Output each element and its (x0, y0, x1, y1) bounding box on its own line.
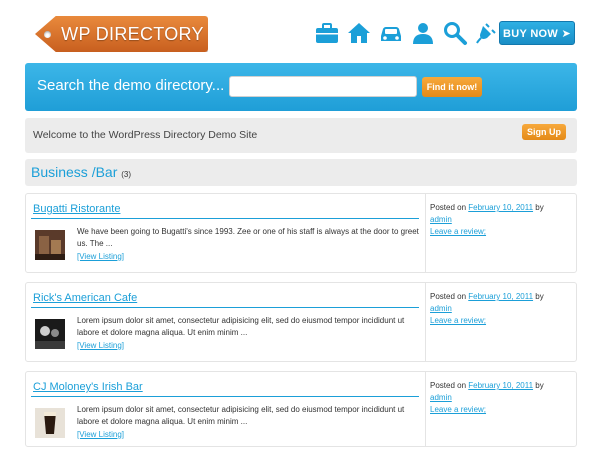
listing-divider (31, 396, 419, 397)
category-count: (3) (121, 170, 132, 179)
header-icon-bar (314, 20, 500, 46)
listing-item: CJ Moloney's Irish Bar Lorem ipsum dolor… (25, 371, 577, 447)
listing-item: Rick's American Cafe Lorem ipsum dolor s… (25, 282, 577, 362)
listing-description: We have been going to Bugatti's since 19… (77, 227, 419, 248)
listing-meta: Posted on February 10, 2011 by admin Lea… (425, 283, 575, 361)
site-header: WP DIRECTORY BUY NOW ➤ (0, 0, 600, 62)
listing-thumbnail[interactable] (35, 230, 65, 260)
welcome-panel: Welcome to the WordPress Directory Demo … (25, 118, 577, 153)
site-logo[interactable]: WP DIRECTORY (35, 16, 208, 52)
briefcase-icon[interactable] (314, 20, 340, 46)
listing-description: Lorem ipsum dolor sit amet, consectetur … (77, 316, 405, 337)
find-it-now-button[interactable]: Find it now! (422, 77, 482, 97)
posted-on-label: Posted on (430, 381, 467, 390)
home-icon[interactable] (346, 20, 372, 46)
search-label: Search the demo directory... (37, 77, 225, 94)
logo-text: WP DIRECTORY (61, 23, 204, 44)
leave-review-link[interactable]: Leave a review; (430, 316, 486, 325)
view-listing-link[interactable]: [View Listing] (77, 252, 124, 261)
buy-now-button[interactable]: BUY NOW ➤ (499, 21, 575, 45)
listing-title-link[interactable]: CJ Moloney's Irish Bar (33, 381, 143, 393)
view-listing-link[interactable]: [View Listing] (77, 430, 124, 439)
listing-divider (31, 307, 419, 308)
plug-icon[interactable] (474, 20, 500, 46)
author-link[interactable]: admin (430, 393, 452, 402)
listing-title-link[interactable]: Bugatti Ristorante (33, 203, 120, 215)
listing-meta: Posted on February 10, 2011 by admin Lea… (425, 194, 575, 272)
listing-main: Rick's American Cafe Lorem ipsum dolor s… (31, 283, 423, 361)
search-icon[interactable] (442, 20, 468, 46)
listing-item: Bugatti Ristorante We have been going to… (25, 193, 577, 273)
author-link[interactable]: admin (430, 215, 452, 224)
listing-divider (31, 218, 419, 219)
listing-thumbnail[interactable] (35, 408, 65, 438)
car-icon[interactable] (378, 20, 404, 46)
listing-main: Bugatti Ristorante We have been going to… (31, 194, 423, 272)
sign-up-button[interactable]: Sign Up (522, 124, 566, 140)
category-title-text: Business /Bar (31, 164, 118, 180)
by-label: by (535, 381, 544, 390)
leave-review-link[interactable]: Leave a review; (430, 227, 486, 236)
post-date-link[interactable]: February 10, 2011 (468, 203, 533, 212)
user-icon[interactable] (410, 20, 436, 46)
author-link[interactable]: admin (430, 304, 452, 313)
post-date-link[interactable]: February 10, 2011 (468, 292, 533, 301)
view-listing-link[interactable]: [View Listing] (77, 341, 124, 350)
by-label: by (535, 292, 544, 301)
listing-description: Lorem ipsum dolor sit amet, consectetur … (77, 405, 405, 426)
category-title: Business /Bar (3) (31, 164, 131, 180)
leave-review-link[interactable]: Leave a review; (430, 405, 486, 414)
listing-title-link[interactable]: Rick's American Cafe (33, 292, 137, 304)
search-bar: Search the demo directory... Find it now… (25, 63, 577, 111)
listing-meta: Posted on February 10, 2011 by admin Lea… (425, 372, 575, 446)
welcome-text: Welcome to the WordPress Directory Demo … (33, 129, 258, 141)
posted-on-label: Posted on (430, 203, 467, 212)
listing-thumbnail[interactable] (35, 319, 65, 349)
search-input[interactable] (229, 76, 417, 97)
posted-on-label: Posted on (430, 292, 467, 301)
post-date-link[interactable]: February 10, 2011 (468, 381, 533, 390)
listing-main: CJ Moloney's Irish Bar Lorem ipsum dolor… (31, 372, 423, 446)
logo-tag-hole (44, 31, 51, 38)
category-header: Business /Bar (3) (25, 159, 577, 186)
by-label: by (535, 203, 544, 212)
